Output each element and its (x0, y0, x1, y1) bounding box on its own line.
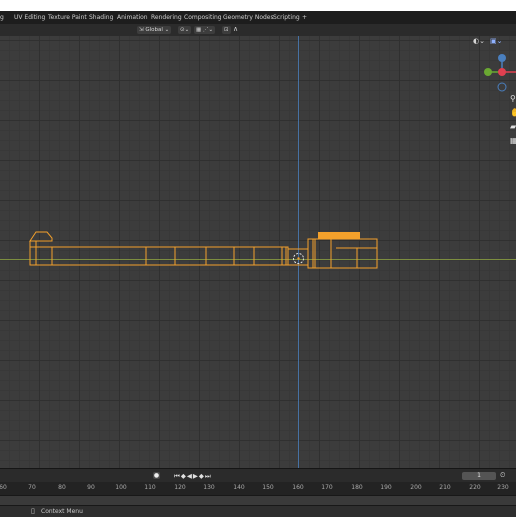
ruler-tick: 180 (351, 484, 363, 491)
tab-animation[interactable]: Animation (117, 13, 148, 22)
transform-orientation-dropdown[interactable]: ⇲ Global ⌄ (137, 26, 172, 34)
jump-start-icon[interactable]: ⏮ (174, 472, 181, 480)
orientation-label: Global (145, 27, 163, 33)
tab-layout[interactable]: g (0, 13, 4, 22)
ruler-tick: 160 (292, 484, 304, 491)
tab-texture-paint[interactable]: Texture Paint (48, 13, 87, 22)
workspace-tabs: g UV Editing Texture Paint Shading Anima… (0, 11, 516, 24)
tab-scripting[interactable]: Scripting (273, 13, 300, 22)
selected-top-face (318, 232, 360, 239)
ruler-tick: 80 (58, 484, 66, 491)
z-axis-handle (498, 54, 506, 62)
ruler-tick: 200 (410, 484, 422, 491)
zoom-icon[interactable]: ⚲ (510, 94, 516, 103)
pivot-point-dropdown[interactable]: ⊙⌄ (178, 26, 192, 34)
status-bar: ▯ Context Menu (0, 505, 516, 517)
chevron-down-icon: ⌄ (164, 27, 170, 33)
ruler-tick: 190 (380, 484, 392, 491)
context-menu-hint: Context Menu (41, 508, 83, 515)
snap-dropdown[interactable]: ▦ ⋰⌄ (194, 26, 216, 34)
ruler-tick: 60 (0, 484, 7, 491)
ruler-tick: 100 (115, 484, 127, 491)
ruler-tick: 90 (87, 484, 95, 491)
proportional-edit-toggle[interactable]: ⊡ (222, 26, 231, 34)
tab-geometry-nodes[interactable]: Geometry Nodes (223, 13, 274, 22)
tab-rendering[interactable]: Rendering (151, 13, 182, 22)
y-axis-handle (484, 68, 492, 76)
overlay-icon: ▣⌄ (490, 37, 503, 45)
grid-icon[interactable]: ▦ (510, 136, 516, 145)
x-axis-handle (498, 68, 506, 76)
playback-controls: ⏮◆◀▶◆⏭ (174, 472, 212, 480)
ruler-tick: 110 (144, 484, 156, 491)
snap-icon: ▦ ⋰⌄ (196, 27, 214, 33)
record-button[interactable]: ● (153, 472, 160, 479)
tab-uv-editing[interactable]: UV Editing (14, 13, 45, 22)
title-bar (0, 0, 516, 11)
frame-ruler[interactable]: 60 70 80 90 100 110 120 130 140 150 160 … (0, 482, 516, 495)
tab-compositing[interactable]: Compositing (184, 13, 222, 22)
viewport-header: ⇲ Global ⌄ ⊙⌄ ▦ ⋰⌄ ⊡ ∧ (0, 24, 516, 36)
ruler-tick: 120 (174, 484, 186, 491)
timeline-header: ● ⏮◆◀▶◆⏭ 1 ⏲ (0, 468, 516, 483)
tab-shading[interactable]: Shading (89, 13, 113, 22)
viewport-shading-dropdown[interactable]: ◐⌄ (473, 37, 487, 46)
ruler-tick: 170 (321, 484, 333, 491)
camera-icon[interactable]: ▰ (510, 122, 516, 131)
add-workspace-button[interactable]: + (302, 13, 307, 22)
orientation-icon: ⇲ (139, 27, 144, 33)
hand-icon[interactable]: ✋ (510, 108, 516, 117)
view-icon: ◐⌄ (473, 37, 485, 45)
3d-viewport[interactable]: ◐⌄ ▣⌄ ⚲ ✋ ▰ ▦ (0, 36, 516, 468)
falloff-icon[interactable]: ∧ (233, 25, 238, 33)
ruler-tick: 150 (262, 484, 274, 491)
jump-end-icon[interactable]: ⏭ (205, 472, 212, 480)
ruler-tick: 130 (203, 484, 215, 491)
pivot-icon: ⊙⌄ (180, 27, 190, 33)
ruler-tick: 70 (28, 484, 36, 491)
object-origin-icon (293, 253, 304, 264)
navigation-gizmo[interactable] (476, 50, 516, 96)
mouse-right-icon: ▯ (31, 507, 35, 515)
neg-z-axis-handle (497, 82, 507, 92)
overlay-dropdown[interactable]: ▣⌄ (490, 37, 506, 46)
ruler-tick: 140 (233, 484, 245, 491)
mesh-wireframe[interactable] (0, 36, 516, 468)
clock-icon[interactable]: ⏲ (500, 471, 505, 480)
ruler-tick: 210 (439, 484, 451, 491)
ruler-tick: 230 (497, 484, 509, 491)
current-frame-field[interactable]: 1 (462, 472, 496, 480)
proportional-edit-icon: ⊡ (224, 27, 229, 33)
ruler-tick: 220 (469, 484, 481, 491)
